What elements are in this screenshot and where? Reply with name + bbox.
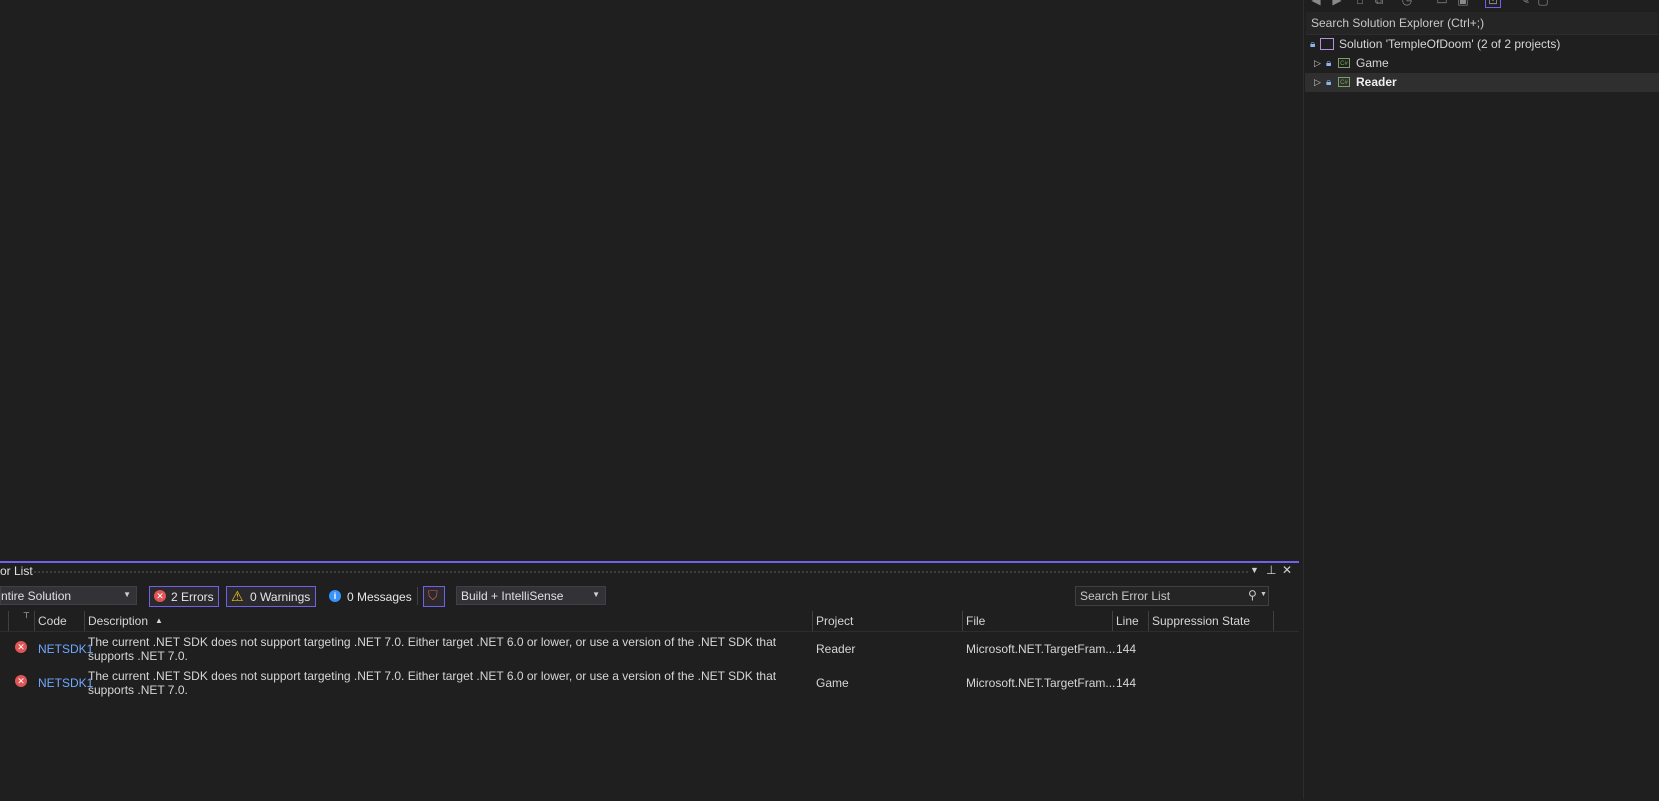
column-header-suppression[interactable]: Suppression State [1152,614,1250,628]
toolbar-separator [417,587,418,605]
solution-explorer-toolbar: ◀ ▶ ⌂ ⧉ ◷ ▭ ▣ ⊡ ✎ ▢ [1305,0,1659,10]
info-icon: i [329,590,341,602]
chevron-down-icon: ▼ [123,590,131,599]
error-file: Microsoft.NET.TargetFram... [966,676,1116,690]
expand-chevron-icon[interactable]: ▷ [1314,73,1321,92]
history-icon[interactable]: ◷ [1400,0,1414,7]
expand-chevron-icon[interactable]: ▷ [1314,54,1321,73]
window-menu-icon[interactable]: ▼ [1250,565,1259,575]
editor-area[interactable] [0,0,1299,561]
solution-label: Solution 'TempleOfDoom' (2 of 2 projects… [1339,37,1561,51]
build-filter-dropdown[interactable]: Build + IntelliSense ▼ [456,586,606,605]
build-filter-value: Build + IntelliSense [461,589,564,603]
project-label: Game [1356,56,1389,70]
column-header-code[interactable]: Code [38,614,67,628]
close-icon[interactable]: ✕ [1282,563,1292,577]
column-separator[interactable] [812,611,813,631]
column-separator[interactable] [962,611,963,631]
error-project: Reader [816,642,856,656]
column-header-project[interactable]: Project [816,614,853,628]
solution-explorer-search-placeholder: Search Solution Explorer (Ctrl+;) [1311,16,1485,30]
messages-filter-button[interactable]: i 0 Messages [324,586,412,607]
error-list-search[interactable]: Search Error List ⚲ ▼ [1075,586,1269,606]
error-list-titlebar: or List ▼ ⊥ ✕ [0,563,1299,580]
project-label: Reader [1356,75,1397,89]
home-icon[interactable]: ⌂ [1353,0,1367,7]
error-line: 144 [1116,676,1137,690]
tree-item-solution[interactable]: 🔒︎ Solution 'TempleOfDoom' (2 of 2 proje… [1305,35,1659,54]
column-separator[interactable] [1273,611,1274,631]
error-list-toolbar: ntire Solution ▼ ✕ 2 Errors ⚠ 0 Warnings… [0,584,1299,608]
error-description-line1: The current .NET SDK does not support ta… [88,635,777,649]
errors-count-label: 2 Errors [171,590,214,604]
panel-splitter[interactable] [1303,0,1304,799]
error-description-line2: supports .NET 7.0. [88,683,188,697]
column-separator[interactable] [34,611,35,631]
column-header-file[interactable]: File [966,614,985,628]
errors-filter-button[interactable]: ✕ 2 Errors [149,586,219,607]
error-description-line2: supports .NET 7.0. [88,649,188,663]
error-description-line1: The current .NET SDK does not support ta… [88,669,777,683]
column-separator[interactable] [1148,611,1149,631]
sync-active-document-icon[interactable]: ⊡ [1485,0,1501,8]
tree-item-reader[interactable]: ▷ 🔒︎ C# Reader [1305,73,1659,92]
search-options-icon[interactable]: ▼ [1260,591,1267,598]
pin-icon[interactable]: ⊥ [1266,563,1276,577]
filter-button[interactable]: ⛉ [423,586,445,607]
filter-icon: ⛉ [428,588,438,603]
solution-explorer-search[interactable]: Search Solution Explorer (Ctrl+;) [1306,12,1658,35]
scope-dropdown-value: ntire Solution [1,589,72,603]
back-icon[interactable]: ◀ [1309,0,1323,7]
collapse-all-icon[interactable]: ▭ [1435,0,1449,7]
error-icon: ✕ [15,641,27,653]
error-list-header: ⊤ Code Description ▲ Project File Line S… [0,611,1299,632]
error-line: 144 [1116,642,1137,656]
column-options-icon[interactable]: ⊤ [23,611,30,620]
error-icon: ✕ [154,590,166,602]
csharp-project-icon: C# [1338,58,1350,68]
column-separator[interactable] [84,611,85,631]
solution-icon [1320,38,1334,50]
error-code-link[interactable]: NETSDK1 [38,676,93,690]
table-row[interactable]: ✕ NETSDK1 The current .NET SDK does not … [0,633,1299,665]
scope-dropdown[interactable]: ntire Solution ▼ [0,586,137,605]
tree-item-game[interactable]: ▷ 🔒︎ C# Game [1305,54,1659,73]
chevron-down-icon: ▼ [592,590,600,599]
error-icon: ✕ [15,675,27,687]
properties-icon[interactable]: ✎ [1518,0,1532,7]
error-list-search-placeholder: Search Error List [1080,589,1171,603]
solution-explorer: ◀ ▶ ⌂ ⧉ ◷ ▭ ▣ ⊡ ✎ ▢ Search Solution Expl… [1305,0,1659,799]
search-icon[interactable]: ⚲ [1248,588,1257,602]
error-file: Microsoft.NET.TargetFram... [966,642,1116,656]
error-code-link[interactable]: NETSDK1 [38,642,93,656]
lock-icon: 🔒︎ [1310,39,1316,50]
column-separator[interactable] [8,611,9,631]
table-row[interactable]: ✕ NETSDK1 The current .NET SDK does not … [0,667,1299,699]
column-separator[interactable] [1112,611,1113,631]
lock-icon: 🔒︎ [1326,58,1332,69]
forward-icon[interactable]: ▶ [1330,0,1344,7]
sort-ascending-icon: ▲ [155,616,163,625]
vs-switch-views-icon[interactable]: ⧉ [1372,0,1386,7]
column-header-line[interactable]: Line [1116,614,1139,628]
warning-icon: ⚠ [231,588,244,604]
warnings-count-label: 0 Warnings [250,590,311,604]
csharp-project-icon: C# [1338,77,1350,87]
preview-icon[interactable]: ▢ [1536,0,1550,7]
column-header-description[interactable]: Description [88,614,148,628]
error-list-title: or List [0,564,33,578]
error-list-panel: or List ▼ ⊥ ✕ ntire Solution ▼ ✕ 2 Error… [0,561,1299,801]
title-grip[interactable] [33,570,1248,574]
messages-count-label: 0 Messages [347,590,412,604]
show-all-files-icon[interactable]: ▣ [1456,0,1470,7]
error-project: Game [816,676,849,690]
warnings-filter-button[interactable]: ⚠ 0 Warnings [226,586,316,607]
lock-icon: 🔒︎ [1326,77,1332,88]
